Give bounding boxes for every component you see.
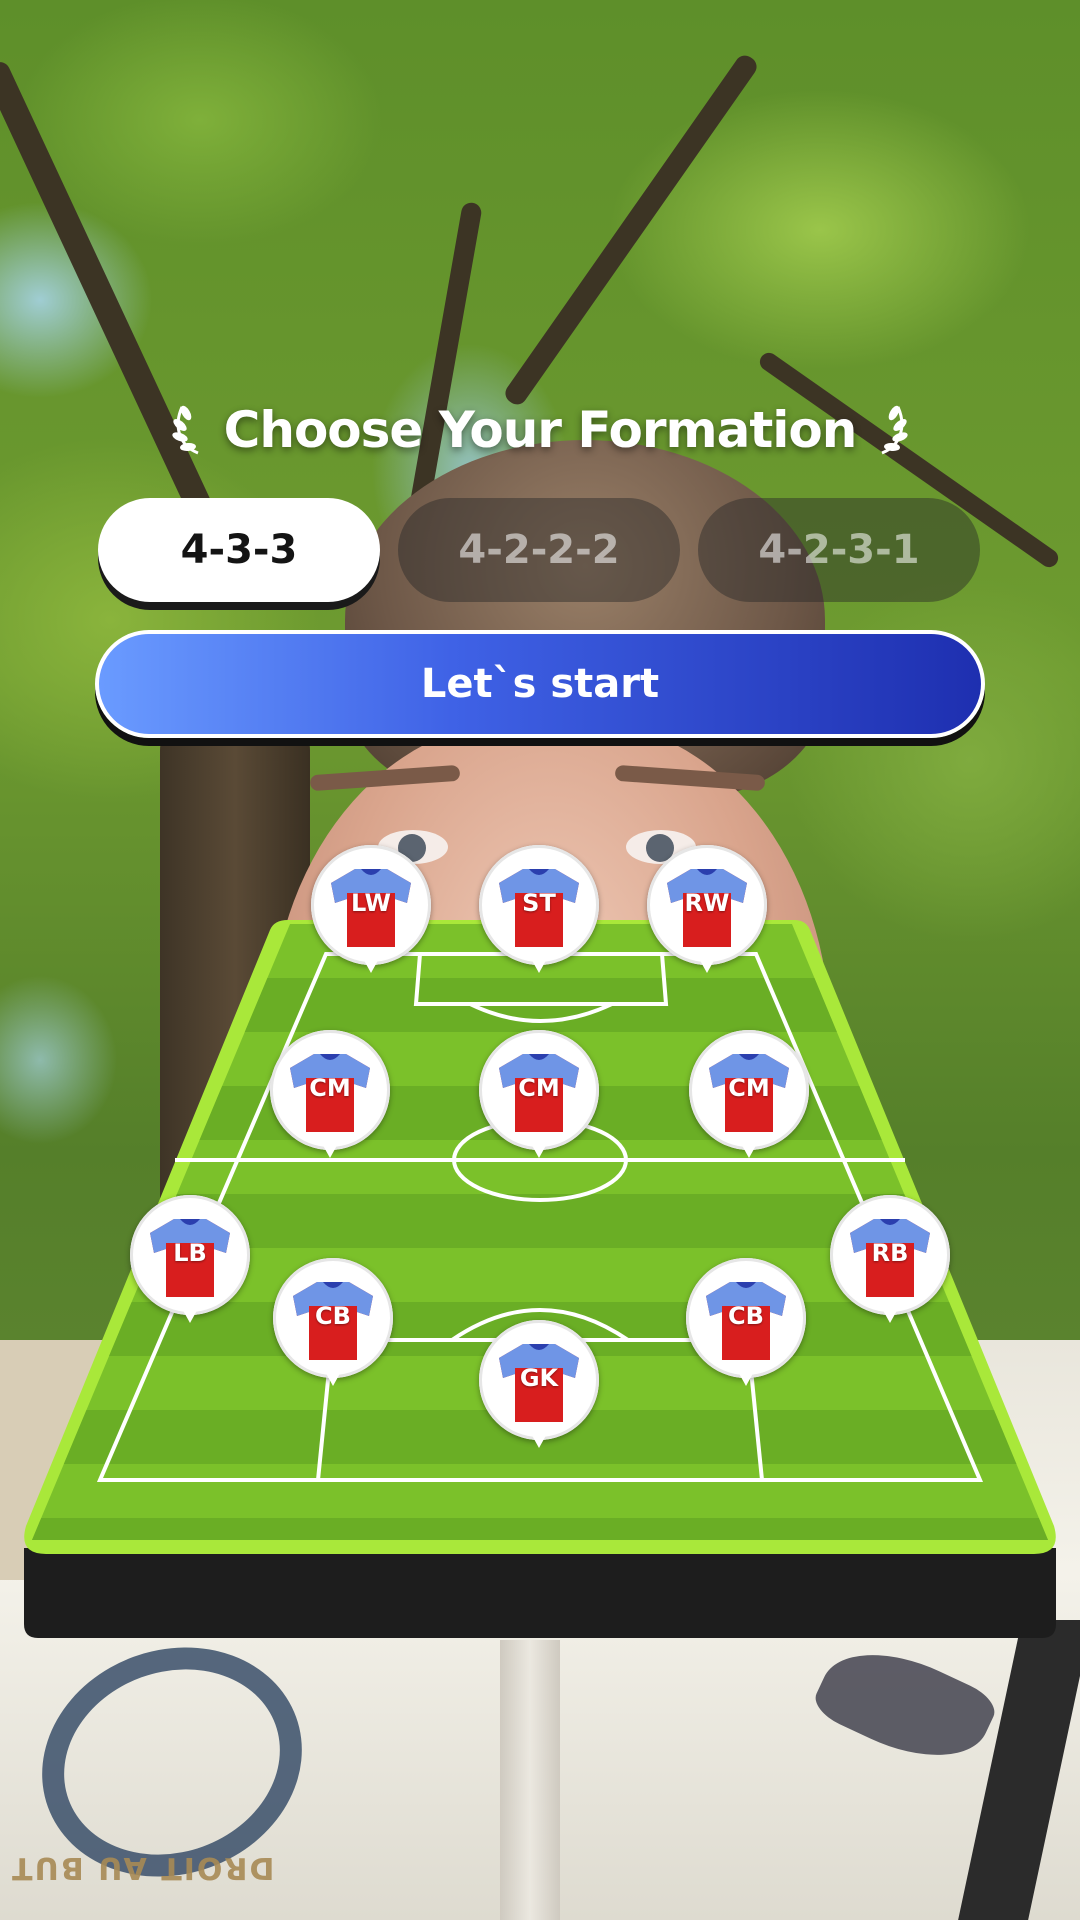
lets-start-button[interactable]: Let`s start bbox=[95, 630, 985, 738]
player-marker-lw[interactable]: LW bbox=[311, 845, 431, 983]
tree-branch bbox=[501, 51, 761, 409]
player-position-label: CM bbox=[728, 1074, 770, 1102]
player-marker-lb[interactable]: LB bbox=[130, 1195, 250, 1333]
marker-pointer bbox=[323, 1368, 343, 1386]
player-marker-cm[interactable]: CM bbox=[689, 1030, 809, 1168]
player-position-label: RW bbox=[684, 889, 730, 917]
player-marker-cm[interactable]: CM bbox=[479, 1030, 599, 1168]
player-marker-cm[interactable]: CM bbox=[270, 1030, 390, 1168]
marker-pointer bbox=[320, 1140, 340, 1158]
formation-tabs: 4-3-3 4-2-2-2 4-2-3-1 bbox=[98, 498, 980, 602]
marker-pointer bbox=[529, 1140, 549, 1158]
formation-tab-4-2-3-1[interactable]: 4-2-3-1 bbox=[698, 498, 980, 602]
player-marker-st[interactable]: ST bbox=[479, 845, 599, 983]
marker-pointer bbox=[739, 1140, 759, 1158]
player-position-label: CB bbox=[315, 1302, 351, 1330]
marker-pointer bbox=[361, 955, 381, 973]
pitch-base bbox=[24, 1548, 1056, 1638]
laurel-left-icon bbox=[172, 405, 199, 455]
shirt-lettering: DROIT AU BUT bbox=[10, 1850, 275, 1885]
formation-tab-4-2-2-2[interactable]: 4-2-2-2 bbox=[398, 498, 680, 602]
laurel-right-icon bbox=[881, 405, 908, 455]
player-position-label: CM bbox=[518, 1074, 560, 1102]
player-position-label: CM bbox=[309, 1074, 351, 1102]
marker-pointer bbox=[529, 1430, 549, 1448]
player-position-label: RB bbox=[871, 1239, 909, 1267]
shirt-zip bbox=[500, 1640, 560, 1920]
player-marker-gk[interactable]: GK bbox=[479, 1320, 599, 1458]
marker-pointer bbox=[736, 1368, 756, 1386]
player-position-label: LB bbox=[173, 1239, 207, 1267]
page-title: Choose Your Formation bbox=[223, 401, 858, 459]
player-position-label: CB bbox=[728, 1302, 764, 1330]
marker-pointer bbox=[180, 1305, 200, 1323]
title-row: Choose Your Formation bbox=[0, 395, 1080, 465]
player-marker-cb[interactable]: CB bbox=[686, 1258, 806, 1396]
player-position-label: GK bbox=[519, 1364, 559, 1392]
tree-branch bbox=[0, 58, 225, 542]
player-marker-rw[interactable]: RW bbox=[647, 845, 767, 983]
marker-pointer bbox=[697, 955, 717, 973]
formation-tab-4-3-3[interactable]: 4-3-3 bbox=[98, 498, 380, 602]
marker-pointer bbox=[880, 1305, 900, 1323]
marker-pointer bbox=[529, 955, 549, 973]
player-marker-cb[interactable]: CB bbox=[273, 1258, 393, 1396]
player-position-label: LW bbox=[351, 889, 391, 917]
player-position-label: ST bbox=[522, 889, 556, 917]
player-marker-rb[interactable]: RB bbox=[830, 1195, 950, 1333]
